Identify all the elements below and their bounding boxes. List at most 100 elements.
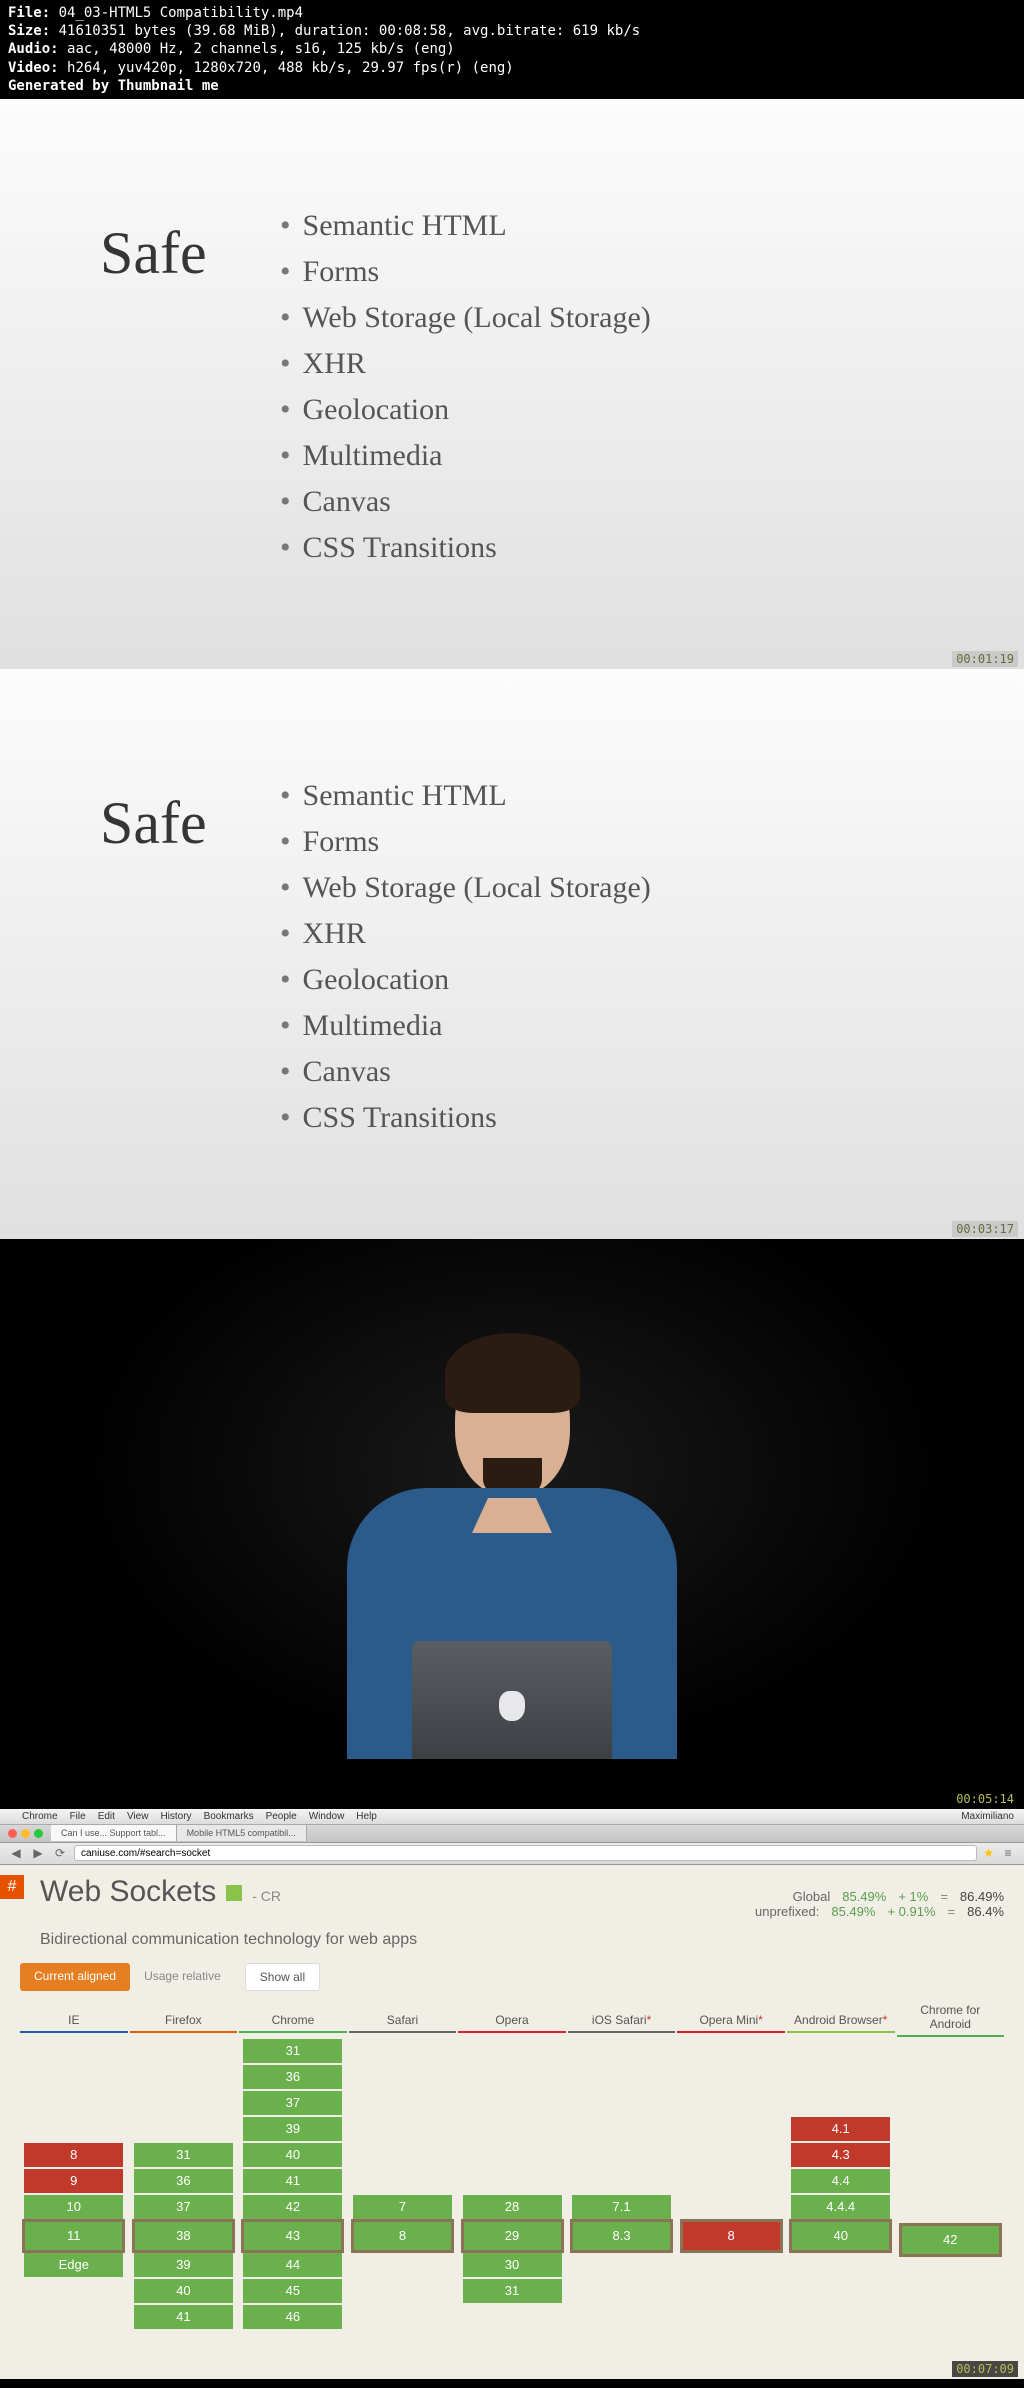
version-cell: [353, 2065, 452, 2089]
list-item: Forms: [280, 825, 944, 859]
version-cell: [572, 2091, 671, 2115]
window-controls[interactable]: [0, 1829, 51, 1838]
bookmark-icon[interactable]: ★: [983, 1846, 994, 1860]
tab-bar: Can I use... Support tabl... Mobile HTML…: [0, 1825, 1024, 1843]
version-cell[interactable]: 39: [134, 2253, 233, 2277]
version-cell: [791, 2039, 890, 2063]
forward-button[interactable]: ▶: [30, 1846, 46, 1860]
version-cell[interactable]: 4.3: [791, 2143, 890, 2167]
tab-current-aligned[interactable]: Current aligned: [20, 1963, 130, 1991]
timestamp: 00:01:19: [952, 651, 1018, 667]
menu-icon[interactable]: ≡: [1000, 1846, 1016, 1860]
version-cell[interactable]: 4.4.4: [791, 2195, 890, 2219]
version-cell[interactable]: 46: [243, 2305, 342, 2329]
version-cell[interactable]: 30: [463, 2253, 562, 2277]
safe-feature-list: Semantic HTML Forms Web Storage (Local S…: [280, 209, 944, 565]
menu-item[interactable]: Window: [309, 1811, 345, 1822]
version-cell: [572, 2305, 671, 2329]
hash-icon[interactable]: #: [0, 1875, 24, 1899]
version-cell: [901, 2043, 1000, 2067]
version-cell[interactable]: 8.3: [572, 2221, 671, 2251]
version-cell[interactable]: 31: [463, 2279, 562, 2303]
browser-tab[interactable]: Can I use... Support tabl...: [51, 1825, 177, 1841]
version-cell[interactable]: 11: [24, 2221, 123, 2251]
version-cell[interactable]: 4.4: [791, 2169, 890, 2193]
version-cell[interactable]: 38: [134, 2221, 233, 2251]
menu-item[interactable]: Help: [356, 1811, 377, 1822]
version-cell[interactable]: 36: [134, 2169, 233, 2193]
version-cell[interactable]: 40: [134, 2279, 233, 2303]
version-cell[interactable]: 4.1: [791, 2117, 890, 2141]
version-cell: [901, 2173, 1000, 2197]
version-cell[interactable]: 7.1: [572, 2195, 671, 2219]
version-cell[interactable]: 43: [243, 2221, 342, 2251]
version-cell[interactable]: Edge: [24, 2253, 123, 2277]
version-cell: [901, 2257, 1000, 2281]
list-item: Multimedia: [280, 439, 944, 473]
menu-item[interactable]: Edit: [98, 1811, 115, 1822]
version-cell[interactable]: 41: [134, 2305, 233, 2329]
version-cell: [901, 2199, 1000, 2223]
browser-column: iOS Safari * 7.18.3: [568, 1999, 676, 2333]
reload-button[interactable]: ⟳: [52, 1846, 68, 1860]
version-cell[interactable]: 36: [243, 2065, 342, 2089]
menu-item[interactable]: History: [160, 1811, 191, 1822]
version-cell[interactable]: 40: [791, 2221, 890, 2251]
version-cell: [791, 2279, 890, 2303]
tab-show-all[interactable]: Show all: [245, 1963, 320, 1991]
view-tabs: Current aligned Usage relative Show all: [20, 1963, 1004, 1991]
version-cell[interactable]: 28: [463, 2195, 562, 2219]
version-cell: [24, 2039, 123, 2063]
version-cell[interactable]: 8: [353, 2221, 452, 2251]
version-cell[interactable]: 45: [243, 2279, 342, 2303]
maximize-icon[interactable]: [34, 1829, 43, 1838]
version-cell[interactable]: 31: [243, 2039, 342, 2063]
support-table: IE891011EdgeFirefox31363738394041Chrome3…: [20, 1999, 1004, 2333]
list-item: Web Storage (Local Storage): [280, 301, 944, 335]
version-cell[interactable]: 8: [24, 2143, 123, 2167]
minimize-icon[interactable]: [21, 1829, 30, 1838]
version-cell: [463, 2117, 562, 2141]
menu-item[interactable]: Chrome: [22, 1811, 58, 1822]
list-item: Canvas: [280, 485, 944, 519]
tab-usage-relative[interactable]: Usage relative: [130, 1963, 235, 1991]
browser-window: Chrome File Edit View History Bookmarks …: [0, 1809, 1024, 2379]
version-cell[interactable]: 9: [24, 2169, 123, 2193]
version-cell[interactable]: 37: [243, 2091, 342, 2115]
version-cell[interactable]: 42: [243, 2195, 342, 2219]
list-item: Multimedia: [280, 1009, 944, 1043]
version-cell[interactable]: 37: [134, 2195, 233, 2219]
version-cell: [134, 2065, 233, 2089]
close-icon[interactable]: [8, 1829, 17, 1838]
browser-column: Opera28293031: [458, 1999, 566, 2333]
version-cell[interactable]: 41: [243, 2169, 342, 2193]
version-cell[interactable]: 8: [682, 2221, 781, 2251]
slide-title: Safe: [100, 789, 207, 858]
version-cell: [572, 2117, 671, 2141]
address-input[interactable]: [74, 1845, 977, 1861]
version-cell[interactable]: 10: [24, 2195, 123, 2219]
list-item: Geolocation: [280, 963, 944, 997]
menu-item[interactable]: View: [127, 1811, 149, 1822]
mac-menubar: Chrome File Edit View History Bookmarks …: [0, 1809, 1024, 1825]
version-cell: [463, 2143, 562, 2167]
version-cell[interactable]: 7: [353, 2195, 452, 2219]
version-cell[interactable]: 42: [901, 2225, 1000, 2255]
version-cell[interactable]: 40: [243, 2143, 342, 2167]
version-cell: [901, 2095, 1000, 2119]
version-cell: [134, 2039, 233, 2063]
version-cell[interactable]: 44: [243, 2253, 342, 2277]
version-cell[interactable]: 31: [134, 2143, 233, 2167]
menu-item[interactable]: People: [266, 1811, 297, 1822]
version-cell: [682, 2305, 781, 2329]
browser-tab[interactable]: Mobile HTML5 compatibil...: [177, 1825, 307, 1841]
feature-title: Web Sockets: [40, 1875, 216, 1909]
menu-item[interactable]: Bookmarks: [204, 1811, 254, 1822]
video-metadata: File: 04_03-HTML5 Compatibility.mp4 Size…: [0, 0, 1024, 99]
browser-name: iOS Safari *: [568, 1999, 676, 2033]
back-button[interactable]: ◀: [8, 1846, 24, 1860]
version-cell[interactable]: 39: [243, 2117, 342, 2141]
menu-item[interactable]: File: [70, 1811, 86, 1822]
version-cell[interactable]: 29: [463, 2221, 562, 2251]
version-cell: [134, 2117, 233, 2141]
